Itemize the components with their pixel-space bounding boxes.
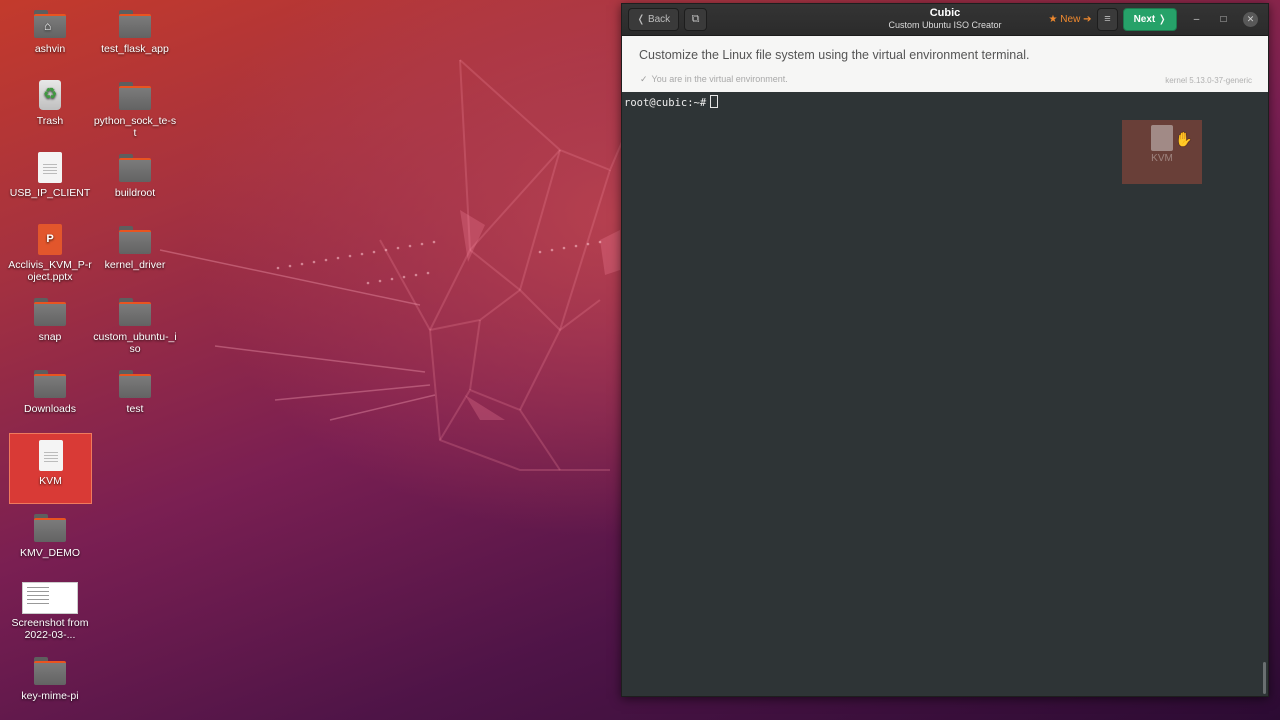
- desktop-icon-label: key-mime-pi: [21, 690, 79, 702]
- kernel-version: kernel 5.13.0-37-generic: [1165, 76, 1252, 85]
- back-button[interactable]: ❬ Back: [628, 8, 679, 31]
- desktop-icon-kmv-demo[interactable]: KMV_DEMO: [8, 512, 92, 559]
- terminal-prompt-line: root@cubic:~#: [624, 95, 719, 109]
- folder-icon: [118, 80, 152, 112]
- trash-icon: ♻: [33, 80, 67, 112]
- desktop-icon-label: snap: [38, 331, 62, 343]
- desktop-icon-label: custom_ubuntu-_iso: [93, 331, 177, 355]
- desktop-icon-label: Trash: [36, 115, 64, 127]
- drag-ghost-label: KVM: [1151, 153, 1173, 164]
- desktop-icon-label: Screenshot from 2022-03-...: [11, 617, 89, 641]
- grab-hand-cursor-icon: ✋: [1175, 131, 1193, 147]
- folder-icon: [118, 296, 152, 328]
- folder-icon: [118, 152, 152, 184]
- folder-icon: [118, 224, 152, 256]
- image-thumbnail-icon: [22, 582, 78, 614]
- hamburger-menu-icon[interactable]: ≡: [1097, 8, 1118, 31]
- status-line: ✓ You are in the virtual environment.: [640, 74, 788, 85]
- desktop-icon-snap[interactable]: snap: [8, 296, 92, 343]
- desktop-icon-test-flask-app[interactable]: test_flask_app: [93, 8, 177, 55]
- text-file-icon: [34, 440, 68, 472]
- text-file-icon: [1151, 125, 1173, 151]
- new-button[interactable]: ★ New ➔: [1044, 8, 1096, 31]
- desktop-icon-custom-ubuntu-iso[interactable]: custom_ubuntu-_iso: [93, 296, 177, 355]
- desktop-icon-label: ashvin: [34, 43, 66, 55]
- desktop-icon-label: kernel_driver: [104, 259, 166, 271]
- folder-icon: [118, 368, 152, 400]
- folder-icon: [33, 655, 67, 687]
- window-subtitle: Custom Ubuntu ISO Creator: [888, 20, 1002, 30]
- maximize-icon[interactable]: □: [1216, 12, 1231, 27]
- desktop-icon-label: python_sock_te-st: [93, 115, 177, 139]
- text-file-icon: [33, 152, 67, 184]
- close-icon[interactable]: ✕: [1243, 12, 1258, 27]
- desktop-icon-ashvin[interactable]: ⌂ ashvin: [8, 8, 92, 55]
- folder-icon: [33, 512, 67, 544]
- desktop-icon-label: KMV_DEMO: [19, 547, 81, 559]
- cubic-window: ❬ Back ⧉ Cubic Custom Ubuntu ISO Creator…: [621, 3, 1269, 697]
- instruction-panel: Customize the Linux file system using th…: [622, 36, 1268, 92]
- terminal-scrollbar[interactable]: [1263, 662, 1266, 694]
- desktop-icon-acclivis-pptx[interactable]: P Acclivis_KVM_P-roject.pptx: [8, 224, 92, 283]
- home-folder-icon: ⌂: [33, 8, 67, 40]
- desktop-icon-kvm[interactable]: KVM: [9, 433, 92, 504]
- desktop-icon-key-mime-pi[interactable]: key-mime-pi: [8, 655, 92, 702]
- desktop-icon-label: Acclivis_KVM_P-roject.pptx: [8, 259, 92, 283]
- presentation-file-icon: P: [33, 224, 67, 256]
- desktop-icon-downloads[interactable]: Downloads: [8, 368, 92, 415]
- window-title-block: Cubic Custom Ubuntu ISO Creator: [822, 7, 1068, 31]
- window-title: Cubic: [929, 7, 961, 19]
- drag-ghost-kvm: KVM: [1122, 120, 1202, 184]
- desktop-icon-screenshot[interactable]: Screenshot from 2022-03-...: [8, 582, 92, 641]
- desktop-icon-buildroot[interactable]: buildroot: [93, 152, 177, 199]
- desktop-icon-label: test_flask_app: [101, 43, 169, 55]
- desktop-icon-label: test: [126, 403, 144, 415]
- desktop-icon-usb-ip-client[interactable]: USB_IP_CLIENT: [8, 152, 92, 199]
- copy-icon[interactable]: ⧉: [684, 8, 707, 31]
- folder-icon: [118, 8, 152, 40]
- desktop-icon-trash[interactable]: ♻ Trash: [8, 80, 92, 127]
- window-headerbar[interactable]: ❬ Back ⧉ Cubic Custom Ubuntu ISO Creator…: [622, 4, 1268, 36]
- folder-icon: [33, 296, 67, 328]
- desktop-icon-test[interactable]: test: [93, 368, 177, 415]
- status-text: You are in the virtual environment.: [651, 74, 788, 84]
- next-button[interactable]: Next ❭: [1123, 8, 1177, 31]
- terminal-prompt: root@cubic:~#: [624, 97, 707, 109]
- desktop-icon-label: USB_IP_CLIENT: [9, 187, 91, 199]
- minimize-icon[interactable]: –: [1189, 12, 1204, 27]
- desktop-icon-kernel-driver[interactable]: kernel_driver: [93, 224, 177, 271]
- desktop-icon-python-sock-test[interactable]: python_sock_te-st: [93, 80, 177, 139]
- desktop-icon-label: Downloads: [24, 403, 76, 415]
- desktop-icon-label: KVM: [39, 475, 62, 487]
- terminal-cursor: [710, 95, 719, 108]
- checkmark-icon: ✓: [640, 74, 648, 84]
- desktop-icon-label: buildroot: [114, 187, 156, 199]
- folder-icon: [33, 368, 67, 400]
- instruction-text: Customize the Linux file system using th…: [639, 48, 1030, 62]
